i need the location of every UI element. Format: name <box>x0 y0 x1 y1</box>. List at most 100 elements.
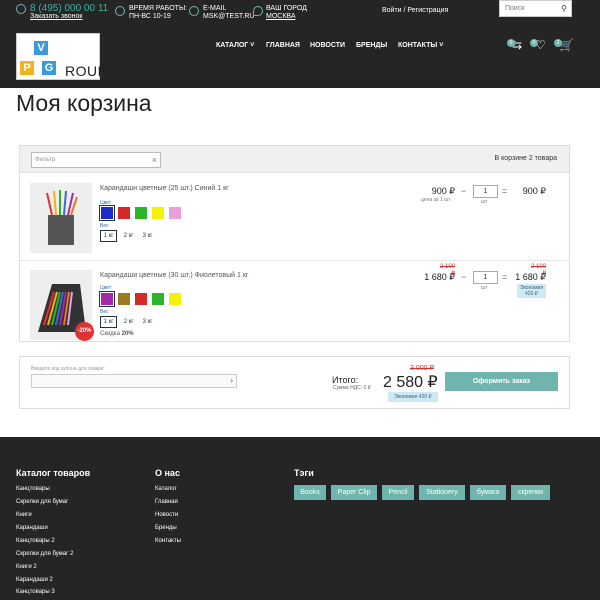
footer-link[interactable]: Карандаши 2 <box>16 577 53 583</box>
cart-count: В корзине 2 товара <box>494 155 557 162</box>
vat-label: Сумма НДС: 0 ₽ <box>333 385 371 391</box>
color-swatch-brown[interactable] <box>118 293 130 305</box>
tag-paper[interactable]: бумага <box>470 485 506 500</box>
weight-option-1kg[interactable]: 1 кг <box>100 230 117 242</box>
pencils-product-image <box>46 190 78 245</box>
total-sum: 2 580 ₽ <box>383 374 438 391</box>
top-bar: 8 (495) 000 00 11 Заказать звонок ВРЕМЯ … <box>0 0 600 88</box>
color-label: Цвет <box>100 200 112 206</box>
color-swatch-yellow[interactable] <box>152 207 164 219</box>
color-swatch-blue[interactable] <box>99 205 115 221</box>
weight-option-3kg[interactable]: 3 кг <box>139 316 156 328</box>
footer-link[interactable]: Канцтовары 2 <box>16 538 55 544</box>
chevron-right-icon[interactable]: › <box>230 376 233 385</box>
qty-unit: шт <box>481 285 488 291</box>
footer-catalog-title: Каталог товаров <box>16 468 91 478</box>
footer-link[interactable]: Канцтовары <box>16 486 50 492</box>
footer-tags-title: Тэги <box>294 468 314 478</box>
qty-unit: шт <box>481 199 488 205</box>
coupon-input[interactable]: › <box>31 374 237 388</box>
nav-catalog-label: КАТАЛОГ <box>216 42 249 49</box>
callback-link[interactable]: Заказать звонок <box>30 13 82 20</box>
weight-option-2kg[interactable]: 2 кг <box>120 316 137 328</box>
page-title: Моя корзина <box>16 90 152 116</box>
unit-price: 1 680 ₽ <box>424 272 455 282</box>
discount-value: 20% <box>121 331 134 337</box>
email-value[interactable]: MSK@TEST.RU <box>203 13 254 21</box>
weight-option-3kg[interactable]: 3 кг <box>139 230 156 242</box>
footer-about-title: О нас <box>155 468 180 478</box>
search-icon[interactable]: ⚲ <box>561 4 567 13</box>
economy-badge: Экономия 420 ₽ <box>388 392 438 402</box>
color-swatch-green[interactable] <box>135 207 147 219</box>
footer-link[interactable]: Книги 2 <box>16 564 37 570</box>
economy-badge: Экономия 420 ₽ <box>517 284 546 298</box>
weight-option-1kg[interactable]: 1 кг <box>100 316 117 328</box>
logo-letter-g: G <box>42 61 56 75</box>
color-swatch-green[interactable] <box>152 293 164 305</box>
city-label: ВАШ ГОРОД <box>266 5 307 12</box>
equals-sign: = <box>502 272 508 282</box>
footer-link[interactable]: Новости <box>155 512 178 518</box>
nav-contacts-label: КОНТАКТЫ <box>398 42 438 49</box>
unit-price: 900 ₽ <box>431 186 455 196</box>
nav-catalog[interactable]: КАТАЛОГ ˅ <box>216 42 254 49</box>
login-link[interactable]: Войти / Регистрация <box>382 7 448 14</box>
nav-contacts[interactable]: КОНТАКТЫ ˅ <box>398 42 443 49</box>
cart-panel: Фильтр × В корзине 2 товара Карандаши цв… <box>19 145 570 342</box>
weight-label: Вес <box>100 223 109 229</box>
discount-label-text: Скидка <box>100 331 120 337</box>
line-total: 1 680 ₽ <box>515 272 546 282</box>
discount-label: Скидка 20% <box>100 331 134 337</box>
footer-link[interactable]: Скрепки для бумаг 2 <box>16 551 73 557</box>
footer-link[interactable]: Книги <box>16 512 32 518</box>
color-swatch-red[interactable] <box>135 293 147 305</box>
search-placeholder: Поиск <box>505 5 525 12</box>
phone-icon <box>16 4 26 14</box>
order-summary: Введите код купона для скидки: › Итого: … <box>19 356 570 409</box>
color-swatch-red[interactable] <box>118 207 130 219</box>
color-swatch-yellow[interactable] <box>169 293 181 305</box>
price-hint: цена за 1 шт <box>421 197 451 203</box>
line-total: 900 ₽ <box>522 186 546 196</box>
color-swatch-purple[interactable] <box>99 291 115 307</box>
cart-badge: 2 <box>554 39 562 47</box>
nav-brands[interactable]: БРЕНДЫ <box>356 42 387 49</box>
logo[interactable]: V P G ROUP <box>16 33 107 80</box>
chevron-down-icon: ˅ <box>437 42 444 49</box>
tag-stationery[interactable]: Stationery <box>419 485 465 500</box>
footer-link[interactable]: Главная <box>155 499 178 505</box>
footer-link[interactable]: Канцтовары 3 <box>16 589 55 595</box>
footer-link[interactable]: Контакты <box>155 538 181 544</box>
footer-link[interactable]: Бренды <box>155 525 177 531</box>
item-name[interactable]: Карандаши цветные (25 шт.) Синий 1 кг <box>100 185 229 192</box>
quantity-input[interactable]: 1 <box>473 185 498 198</box>
product-image[interactable] <box>30 183 92 253</box>
footer-link[interactable]: Каталог <box>155 486 177 492</box>
quantity-input[interactable]: 1 <box>473 271 498 284</box>
minus-button[interactable]: − <box>461 272 466 282</box>
color-swatch-pink[interactable] <box>169 207 181 219</box>
minus-button[interactable]: − <box>461 186 466 196</box>
footer-link[interactable]: Скрепки для бумаг <box>16 499 68 505</box>
weight-label: Вес <box>100 309 109 315</box>
logo-text: ROUP <box>65 63 108 79</box>
logo-letter-v: V <box>34 41 48 55</box>
city-value[interactable]: МОСКВА <box>266 13 296 21</box>
filter-placeholder: Фильтр <box>35 157 56 163</box>
email-label: E-MAIL <box>203 5 227 12</box>
nav-news[interactable]: НОВОСТИ <box>310 42 345 49</box>
tag-pencil[interactable]: Pencil <box>382 485 414 500</box>
checkout-button[interactable]: Оформить заказ <box>445 372 558 391</box>
clear-icon[interactable]: × <box>152 155 157 165</box>
mail-icon <box>189 6 199 16</box>
weight-option-2kg[interactable]: 2 кг <box>120 230 137 242</box>
item-name[interactable]: Карандаши цветные (30 шт.) Фиолетовый 1 … <box>100 272 248 279</box>
nav-home[interactable]: ГЛАВНАЯ <box>266 42 300 49</box>
tag-paper-clip[interactable]: Paper Clip <box>331 485 377 500</box>
search-input[interactable]: Поиск ⚲ <box>499 0 572 17</box>
tag-books[interactable]: Books <box>294 485 326 500</box>
filter-input[interactable]: Фильтр × <box>31 152 161 168</box>
footer-link[interactable]: Карандаши <box>16 525 48 531</box>
tag-clips[interactable]: скрепки <box>511 485 550 500</box>
